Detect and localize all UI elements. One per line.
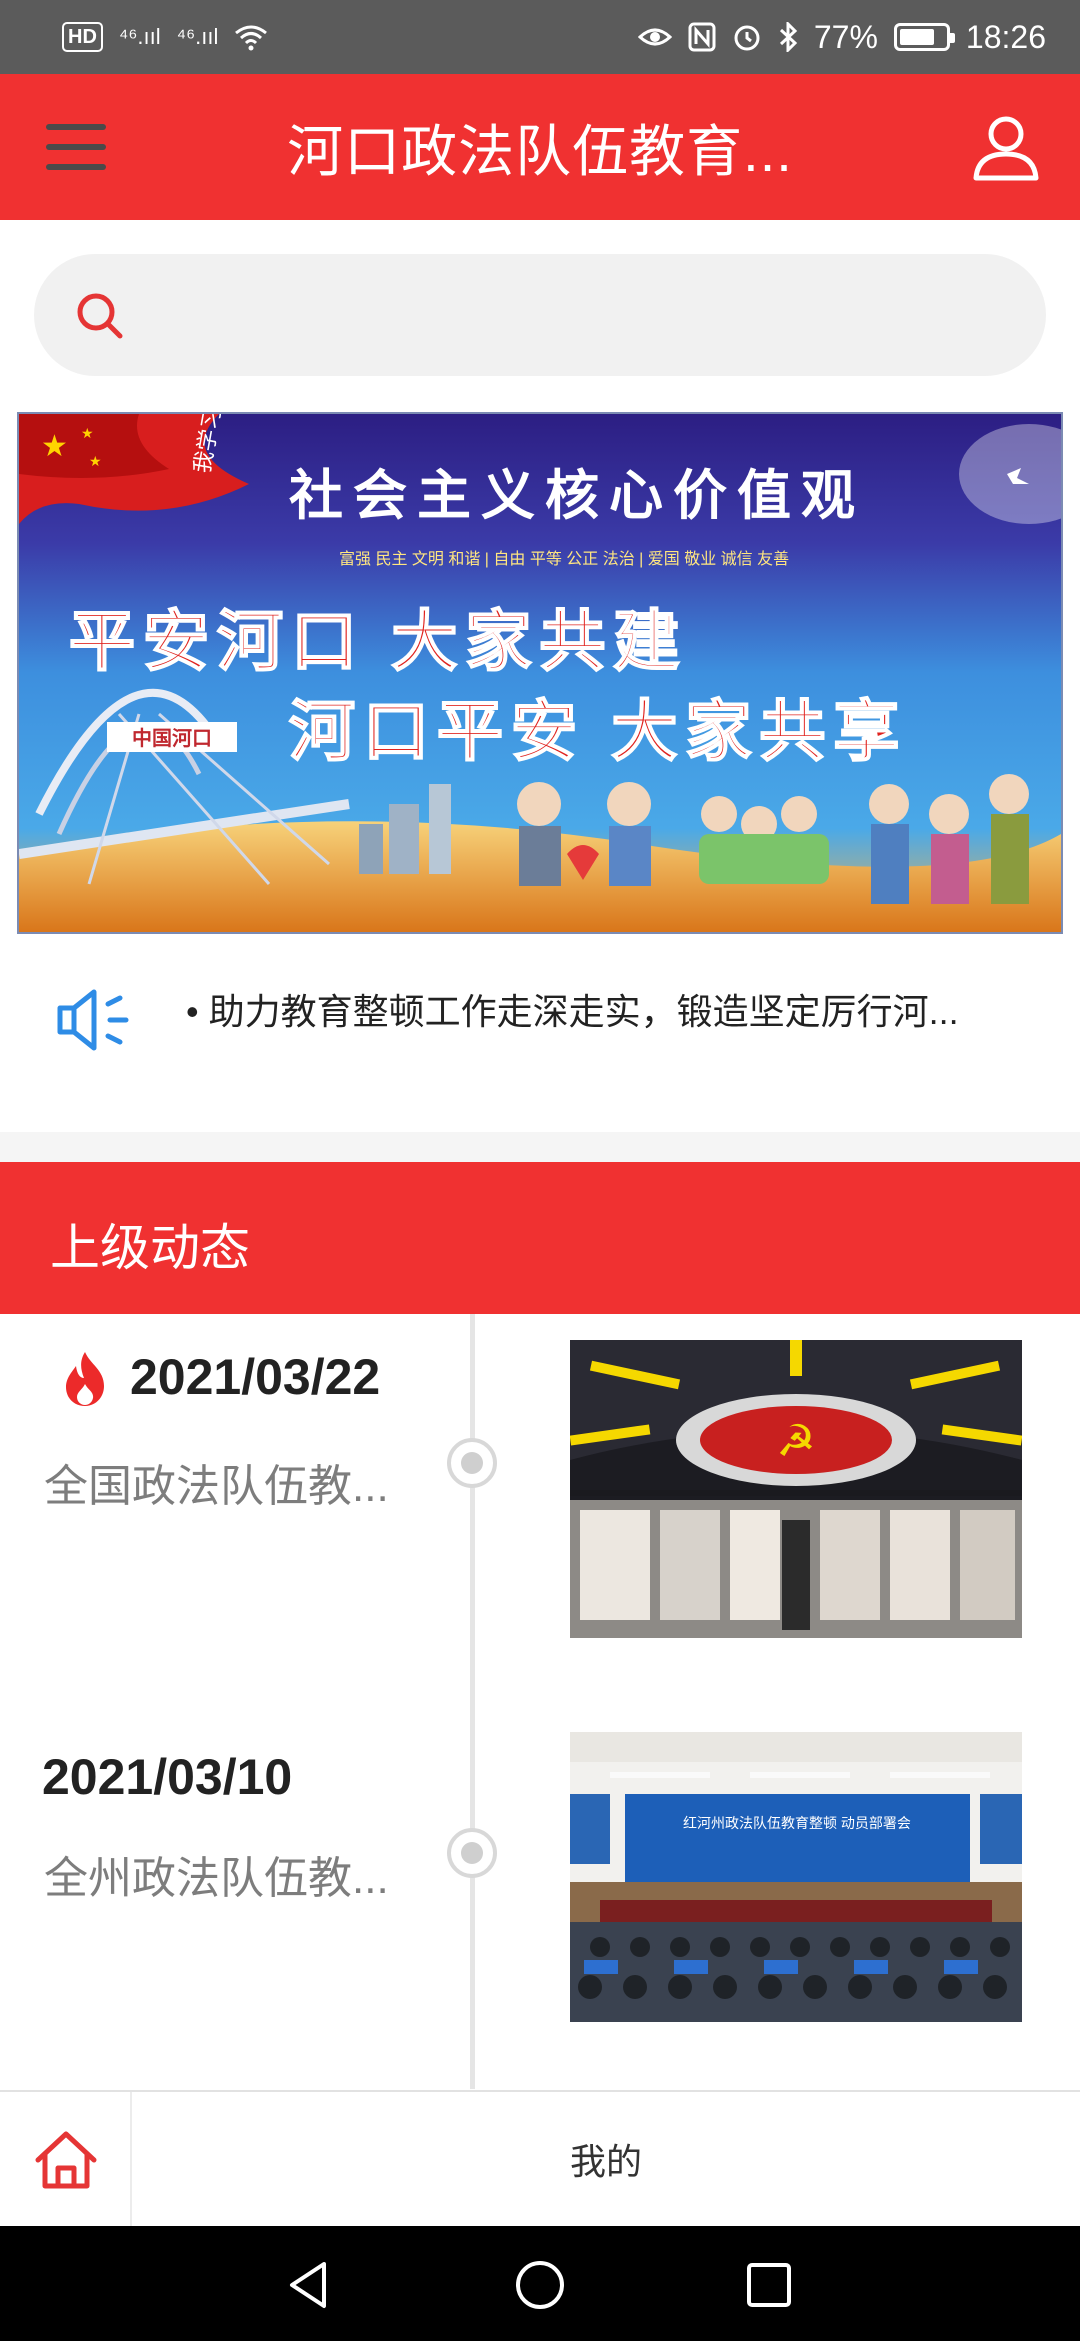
status-left: HD ⁴⁶.ııl ⁴⁶.ııl	[62, 22, 268, 52]
bottom-tab-bar: 我的	[0, 2090, 1080, 2226]
fire-icon	[66, 1352, 104, 1406]
timeline-dot	[447, 1438, 497, 1488]
nfc-icon	[688, 22, 716, 52]
news-date: 2021/03/22	[130, 1349, 381, 1405]
banner-slogan-1: 平安河口 大家共建	[69, 604, 687, 678]
menu-icon[interactable]	[46, 124, 106, 172]
notice-bar[interactable]: • 助力教育整顿工作走深走实，锻造坚定厉行河...	[0, 950, 1080, 1070]
home-nav-icon[interactable]	[513, 2258, 567, 2312]
svg-text:★: ★	[89, 453, 102, 469]
search-bar[interactable]	[34, 254, 1046, 376]
signal-icon: ⁴⁶.ııl	[118, 24, 161, 49]
clock: 18:26	[965, 18, 1046, 55]
status-right: 77% 18:26	[637, 18, 1046, 56]
notice-text[interactable]: • 助力教育整顿工作走深走实，锻造坚定厉行河...	[186, 980, 1056, 1044]
news-thumbnail[interactable]: ☭	[570, 1340, 1022, 1638]
news-date: 2021/03/10	[42, 1749, 293, 1805]
news-timeline: 2021/03/22 全国政法队伍教... ☭ 2021/03/10 全州政法队…	[0, 1314, 1080, 2089]
svg-text:☭: ☭	[776, 1417, 815, 1466]
section-title: 上级动态	[50, 1220, 250, 1276]
app-header: 河口政法队伍教育...	[0, 74, 1080, 220]
banner-image: ★ ★ ★ 中国河口 社会主义核心价值观 我学习 我践行 富强 民主 文明 和谐…	[19, 414, 1061, 932]
eye-icon	[637, 28, 672, 46]
battery-icon	[893, 23, 955, 51]
meeting-image: 红河州政法队伍教育整顿 动员部署会	[570, 1732, 1022, 2022]
battery-percent: 77%	[813, 18, 878, 55]
wifi-icon	[235, 25, 268, 51]
system-nav-bar	[0, 2226, 1080, 2341]
news-item-2[interactable]: 2021/03/10 全州政法队伍教... 红河州政法队伍教育整顿 动员部署会	[0, 1704, 1080, 2084]
recents-icon[interactable]	[742, 2258, 796, 2312]
svg-text:★: ★	[81, 425, 94, 441]
hero-banner[interactable]: ★ ★ ★ 中国河口 社会主义核心价值观 我学习 我践行 富强 民主 文明 和谐…	[17, 412, 1063, 934]
party-hall-image: ☭	[570, 1340, 1022, 1638]
alarm-icon	[734, 25, 760, 51]
news-title: 全州政法队伍教...	[44, 1854, 389, 1903]
section-header: 上级动态	[0, 1162, 1080, 1314]
battery-level	[899, 29, 934, 45]
status-bar: HD ⁴⁶.ııl ⁴⁶.ııl 77% 18:26	[0, 0, 1080, 74]
search-icon	[77, 293, 123, 339]
banner-heading: 社会主义核心价值观	[289, 466, 865, 526]
page-title: 河口政法队伍教育...	[287, 119, 793, 183]
back-icon[interactable]	[282, 2258, 336, 2312]
signal-icon-2: ⁴⁶.ııl	[176, 24, 219, 49]
banner-values: 富强 民主 文明 和谐 | 自由 平等 公正 法治 | 爱国 敬业 诚信 友善	[339, 550, 789, 568]
home-icon	[35, 2131, 97, 2189]
tab-mine[interactable]: 我的	[132, 2092, 1080, 2226]
search-input[interactable]	[154, 254, 1014, 376]
news-item-1[interactable]: 2021/03/22 全国政法队伍教... ☭	[0, 1314, 1080, 1694]
hd-badge: HD	[62, 22, 103, 52]
bridge-sign: 中国河口	[132, 726, 212, 750]
timeline-dot	[447, 1828, 497, 1878]
tab-home[interactable]	[0, 2092, 132, 2226]
section-divider	[0, 1132, 1080, 1162]
news-thumbnail[interactable]: 红河州政法队伍教育整顿 动员部署会	[570, 1732, 1022, 2022]
user-icon[interactable]	[972, 114, 1040, 182]
bluetooth-icon	[779, 22, 798, 52]
meeting-banner-text: 红河州政法队伍教育整顿 动员部署会	[683, 1815, 911, 1831]
speaker-icon	[57, 989, 129, 1051]
news-title: 全国政法队伍教...	[44, 1462, 389, 1511]
banner-slogan-2: 河口平安 大家共享	[289, 694, 907, 768]
svg-text:★: ★	[41, 430, 68, 463]
